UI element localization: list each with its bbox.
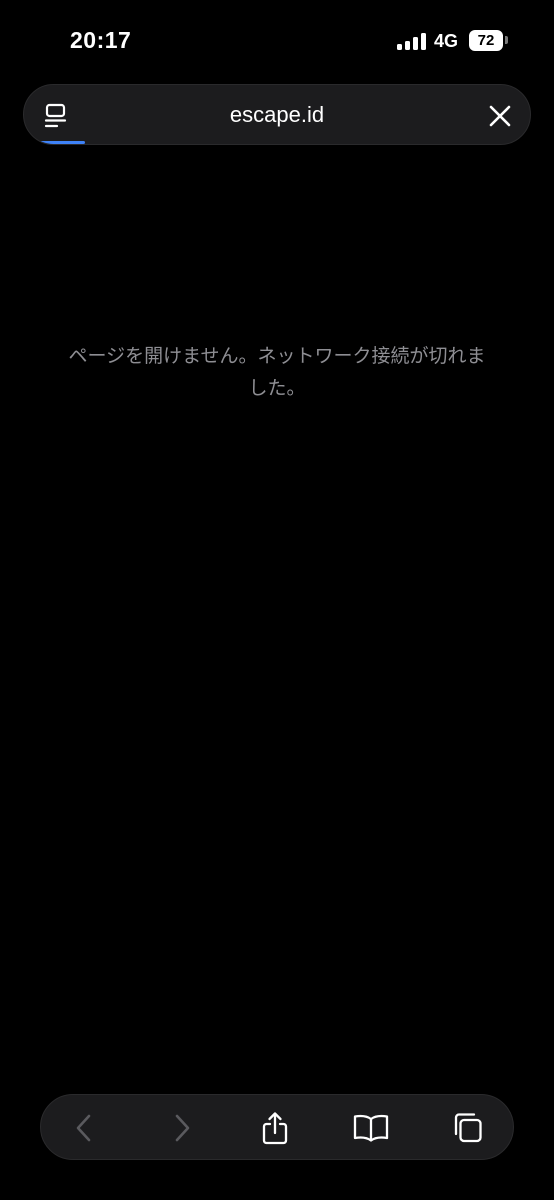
share-icon[interactable]	[256, 1109, 294, 1147]
error-message: ページを開けません。ネットワーク接続が切れました。	[68, 345, 486, 399]
bookmarks-icon[interactable]	[352, 1109, 390, 1147]
cellular-signal-icon	[397, 33, 427, 50]
back-icon[interactable]	[65, 1109, 103, 1147]
status-bar: 20:17 4G 72	[0, 0, 554, 80]
url-text[interactable]: escape.id	[24, 102, 530, 128]
close-icon[interactable]	[488, 104, 512, 128]
battery-nub	[505, 36, 508, 44]
forward-icon[interactable]	[163, 1109, 201, 1147]
browser-screen: 20:17 4G 72 escape.id ページを開けません。ネットワーク接続…	[0, 0, 554, 1200]
load-progress-fill	[24, 141, 85, 144]
tabs-icon[interactable]	[448, 1109, 486, 1147]
battery-level: 72	[477, 32, 495, 49]
network-type: 4G	[434, 31, 459, 51]
status-time: 20:17	[70, 27, 132, 53]
battery-icon: 72	[469, 30, 503, 51]
load-progress-bar	[24, 141, 530, 144]
bottom-toolbar	[40, 1094, 514, 1160]
address-bar[interactable]: escape.id	[23, 84, 531, 145]
